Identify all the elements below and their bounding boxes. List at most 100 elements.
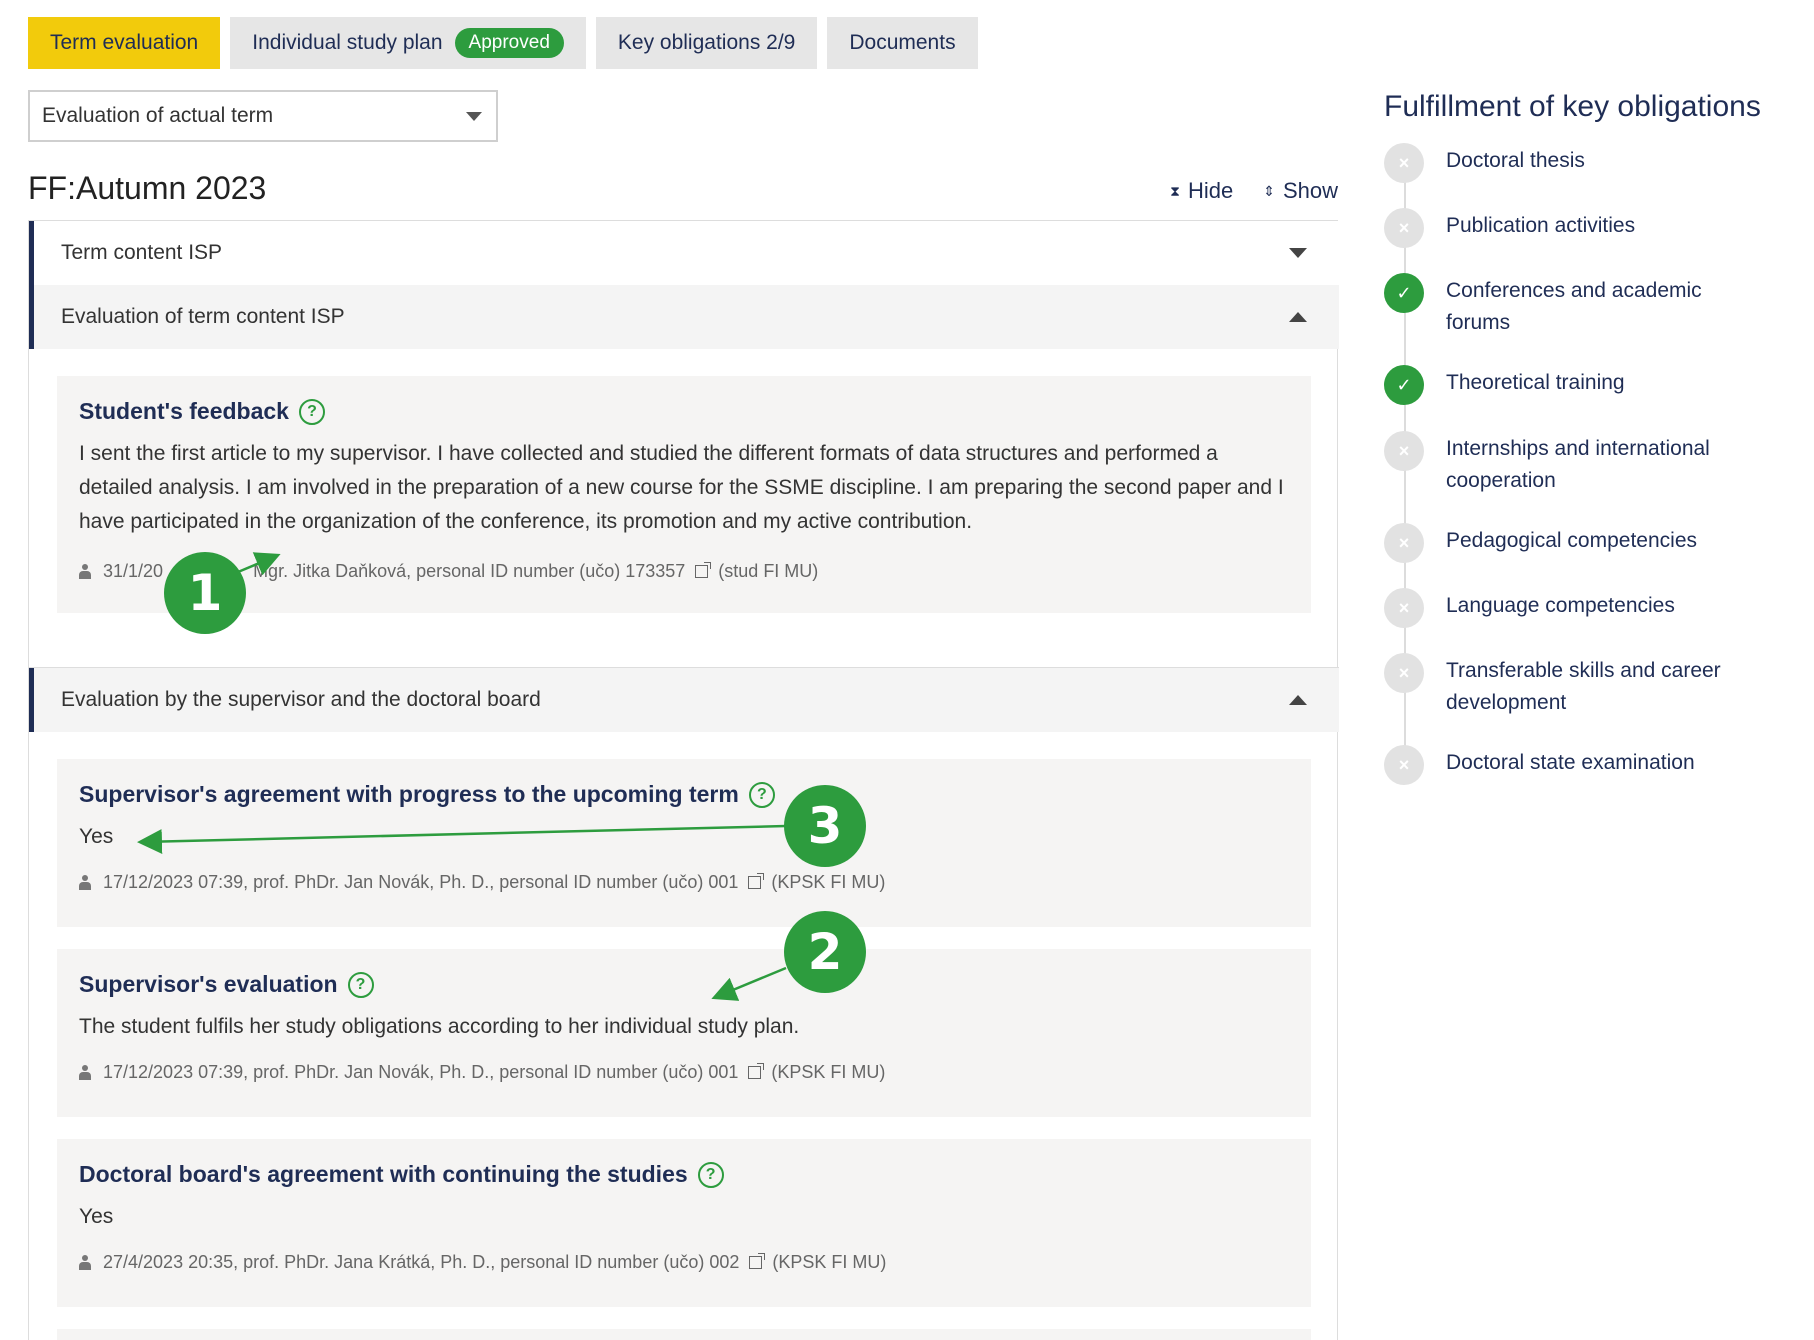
card-title-text: Doctoral board's agreement with continui… — [79, 1161, 688, 1187]
supervisor-agreement-card: Supervisor's agreement with progress to … — [57, 759, 1311, 927]
obligation-language[interactable]: × Language competencies — [1384, 588, 1766, 628]
accordion-evaluation-content[interactable]: Evaluation of term content ISP — [29, 285, 1339, 349]
obligation-label: Transferable skills and career developme… — [1446, 659, 1721, 714]
user-icon — [79, 1254, 91, 1271]
accordion-label: Term content ISP — [61, 241, 223, 264]
cross-icon: × — [1384, 143, 1424, 183]
tab-individual-study-plan[interactable]: Individual study plan Approved — [230, 17, 586, 69]
obligation-publication-activities[interactable]: × Publication activities — [1384, 208, 1766, 248]
cross-icon: × — [1384, 208, 1424, 248]
cross-icon: × — [1384, 653, 1424, 693]
card-title-text: Supervisor's agreement with progress to … — [79, 781, 739, 807]
show-all-button[interactable]: ⇕ Show — [1263, 178, 1338, 204]
board-agreement-card: Doctoral board's agreement with continui… — [57, 1139, 1311, 1307]
obligation-label: Internships and international cooperatio… — [1446, 437, 1710, 492]
chevron-down-icon — [1289, 248, 1307, 258]
obligation-pedagogical[interactable]: × Pedagogical competencies — [1384, 523, 1766, 563]
help-icon[interactable]: ? — [748, 781, 775, 808]
hide-all-button[interactable]: ⧗ Hide — [1170, 178, 1233, 204]
obligation-label: Language competencies — [1446, 594, 1675, 617]
next-card — [57, 1329, 1311, 1340]
obligation-doctoral-thesis[interactable]: × Doctoral thesis — [1384, 143, 1766, 183]
obligation-label: Doctoral state examination — [1446, 751, 1695, 774]
student-feedback-card: Student's feedback ? I sent the first ar… — [57, 376, 1311, 613]
meta-person: 17/12/2023 07:39, prof. PhDr. Jan Novák,… — [103, 872, 739, 892]
cross-icon: × — [1384, 745, 1424, 785]
obligation-label: Theoretical training — [1446, 371, 1625, 394]
cross-icon: × — [1384, 588, 1424, 628]
obligation-theoretical-training[interactable]: ✓ Theoretical training — [1384, 365, 1766, 405]
accordion-label: Evaluation by the supervisor and the doc… — [61, 688, 541, 711]
card-meta: 27/4/2023 20:35, prof. PhDr. Jana Krátká… — [79, 1252, 1289, 1273]
accordion-label: Evaluation of term content ISP — [61, 305, 345, 328]
tab-term-evaluation[interactable]: Term evaluation — [28, 17, 221, 69]
obligation-label: Conferences and academic forums — [1446, 279, 1702, 334]
tab-bar: Term evaluation Individual study plan App… — [28, 17, 978, 69]
obligation-state-examination[interactable]: × Doctoral state examination — [1384, 745, 1766, 785]
hide-show-controls: ⧗ Hide ⇕ Show — [1170, 178, 1338, 204]
meta-date: 31/1/20 — [103, 561, 164, 581]
cross-icon: × — [1384, 431, 1424, 471]
check-icon: ✓ — [1384, 273, 1424, 313]
page-title: FF:Autumn 2023 — [28, 170, 267, 206]
card-meta: 31/1/20 Mgr. Jitka Daňková, personal ID … — [79, 561, 1289, 582]
show-label: Show — [1282, 178, 1338, 203]
meta-org: (KPSK FI MU) — [772, 1252, 887, 1272]
card-title-text: Student's feedback — [79, 398, 289, 424]
card-title: Student's feedback ? — [79, 398, 1289, 425]
term-panel: Term content ISP Evaluation of term cont… — [28, 220, 1339, 1340]
card-text: Yes — [79, 1205, 114, 1228]
card-text: The student fulfils her study obligation… — [79, 1015, 800, 1038]
user-icon — [79, 563, 91, 580]
help-icon[interactable]: ? — [347, 971, 374, 998]
obligation-transferable-skills[interactable]: × Transferable skills and career develop… — [1384, 653, 1766, 719]
tab-label: Term evaluation — [50, 31, 199, 54]
supervisor-evaluation-card: Supervisor's evaluation ? The student fu… — [57, 949, 1311, 1117]
external-link-icon[interactable] — [748, 1063, 765, 1079]
annotation-marker-3: 3 — [784, 785, 866, 867]
sidebar-title: Fulfillment of key obligations — [1384, 90, 1761, 123]
tab-label: Documents — [849, 31, 956, 54]
tab-documents[interactable]: Documents — [827, 17, 978, 69]
card-text: I sent the first article to my superviso… — [79, 442, 1284, 533]
meta-org: (KPSK FI MU) — [771, 1062, 886, 1082]
collapse-icon: ⧗ — [1170, 183, 1180, 199]
accordion-term-content[interactable]: Term content ISP — [29, 221, 1339, 285]
external-link-icon[interactable] — [749, 1253, 766, 1269]
user-icon — [79, 874, 91, 891]
tab-label: Individual study plan — [252, 31, 443, 54]
obligation-internships[interactable]: × Internships and international cooperat… — [1384, 431, 1766, 497]
meta-person: Mgr. Jitka Daňková, personal ID number (… — [253, 561, 686, 581]
term-select[interactable]: Evaluation of actual term — [28, 90, 498, 142]
obligation-conferences[interactable]: ✓ Conferences and academic forums — [1384, 273, 1766, 339]
card-text: Yes — [79, 825, 114, 848]
annotation-marker-2: 2 — [784, 911, 866, 993]
accordion-supervisor-board[interactable]: Evaluation by the supervisor and the doc… — [29, 668, 1339, 732]
meta-person: 27/4/2023 20:35, prof. PhDr. Jana Krátká… — [103, 1252, 740, 1272]
check-icon: ✓ — [1384, 365, 1424, 405]
card-title: Supervisor's agreement with progress to … — [79, 781, 1289, 808]
chevron-up-icon — [1289, 312, 1307, 322]
chevron-up-icon — [1289, 695, 1307, 705]
card-title-text: Supervisor's evaluation — [79, 971, 338, 997]
help-icon[interactable]: ? — [697, 1161, 724, 1188]
meta-org: (KPSK FI MU) — [771, 872, 886, 892]
meta-org: (stud FI MU) — [718, 561, 819, 581]
obligation-label: Doctoral thesis — [1446, 149, 1585, 172]
status-badge: Approved — [454, 28, 564, 58]
obligation-label: Pedagogical competencies — [1446, 529, 1697, 552]
term-select-value: Evaluation of actual term — [42, 104, 274, 127]
annotation-marker-1: 1 — [164, 552, 246, 634]
external-link-icon[interactable] — [748, 873, 765, 889]
card-meta: 17/12/2023 07:39, prof. PhDr. Jan Novák,… — [79, 1062, 1289, 1083]
card-title: Supervisor's evaluation ? — [79, 971, 1289, 998]
meta-person: 17/12/2023 07:39, prof. PhDr. Jan Novák,… — [103, 1062, 739, 1082]
card-meta: 17/12/2023 07:39, prof. PhDr. Jan Novák,… — [79, 872, 1289, 893]
expand-icon: ⇕ — [1263, 183, 1275, 199]
external-link-icon[interactable] — [695, 562, 712, 578]
cross-icon: × — [1384, 523, 1424, 563]
chevron-down-icon — [466, 112, 482, 121]
card-title: Doctoral board's agreement with continui… — [79, 1161, 1289, 1188]
tab-key-obligations[interactable]: Key obligations 2/9 — [595, 17, 818, 69]
help-icon[interactable]: ? — [298, 398, 325, 425]
